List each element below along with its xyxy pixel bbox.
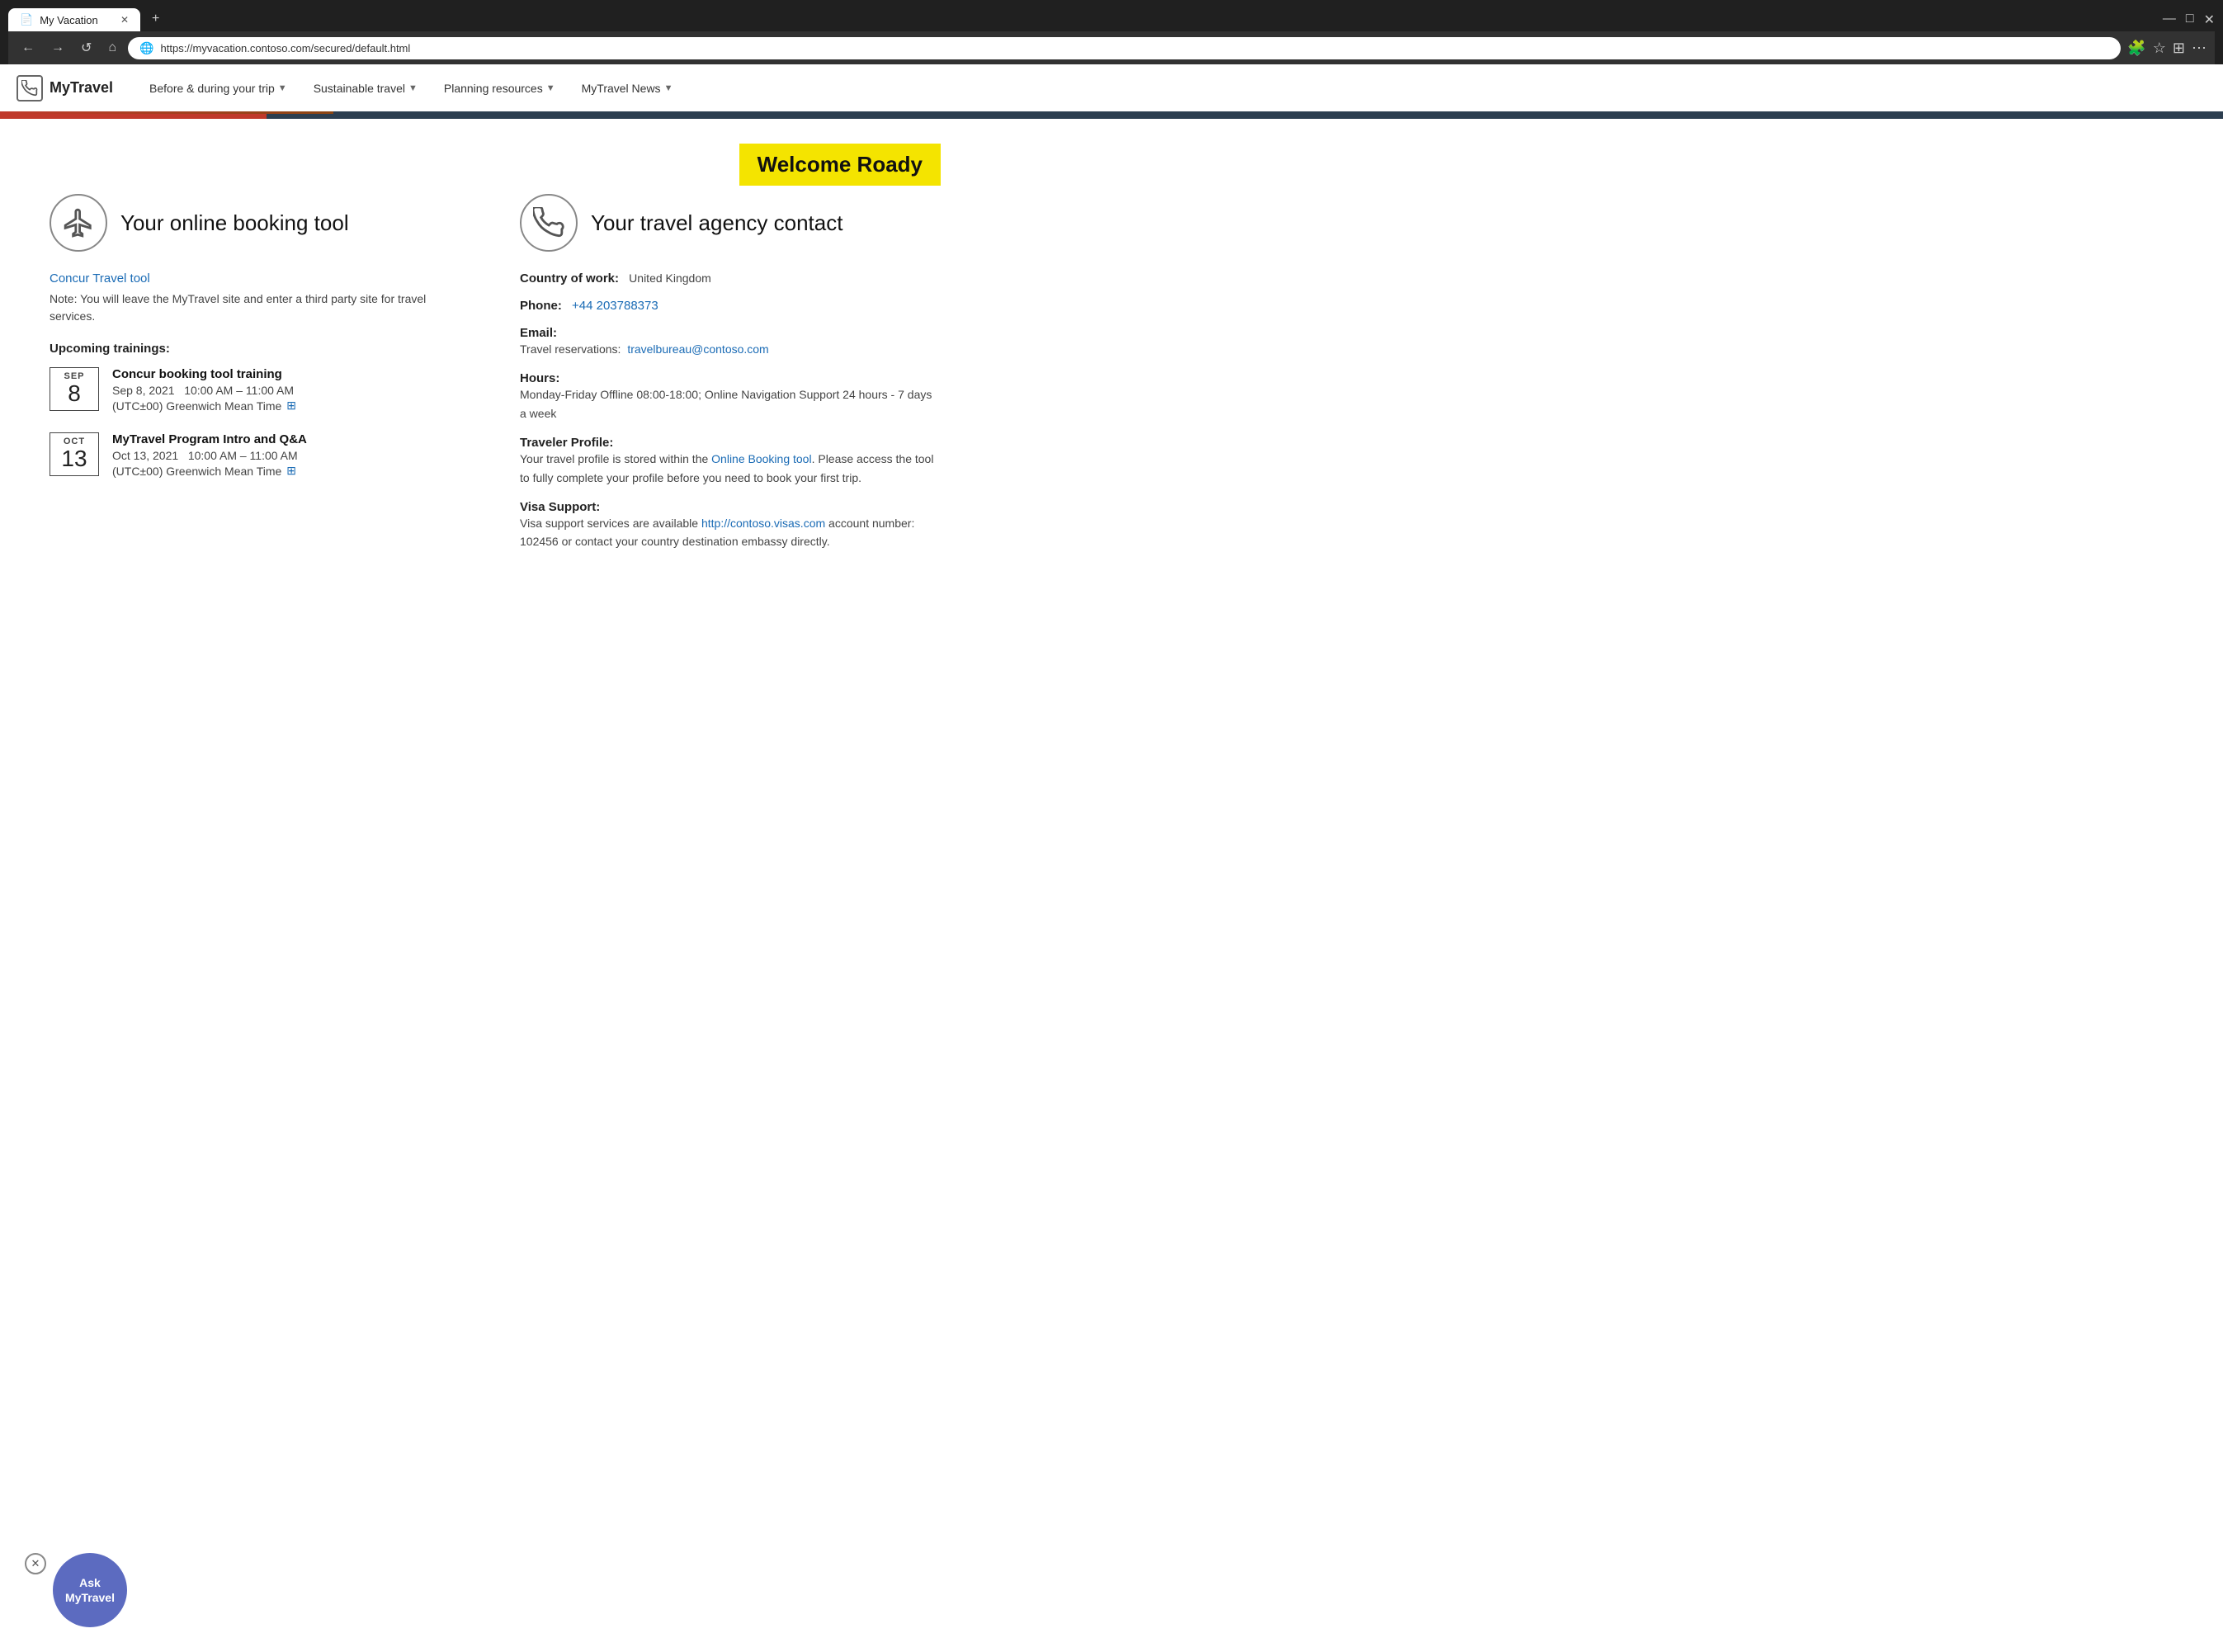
site-navigation: MyTravel Before & during your trip ▼ Sus… (0, 64, 2223, 114)
minimize-button[interactable]: — (2163, 12, 2176, 28)
progress-fill (0, 114, 267, 119)
agency-country: Country of work: United Kingdom (520, 271, 941, 286)
training-datetime-2: Oct 13, 2021 10:00 AM – 11:00 AM (112, 449, 470, 462)
training-day-2: 13 (57, 446, 92, 472)
profile-text: Your travel profile is stored within the… (520, 450, 941, 487)
visa-text: Visa support services are available http… (520, 514, 941, 551)
tab-favicon: 📄 (20, 13, 33, 26)
forward-button[interactable]: → (46, 37, 69, 59)
site-logo[interactable]: MyTravel (17, 75, 113, 101)
email-label: Email: (520, 326, 941, 340)
chevron-down-icon: ▼ (408, 83, 418, 93)
visa-link[interactable]: http://contoso.visas.com (701, 517, 825, 530)
tab-title: My Vacation (40, 14, 98, 26)
agency-email: Email: Travel reservations: travelbureau… (520, 326, 941, 358)
agency-header: Your travel agency contact (520, 194, 941, 252)
chevron-down-icon: ▼ (546, 83, 555, 93)
training-card-1: SEP 8 Concur booking tool training Sep 8… (50, 367, 470, 413)
booking-tool-title: Your online booking tool (120, 210, 349, 236)
email-link[interactable]: travelbureau@contoso.com (627, 342, 768, 356)
visa-label: Visa Support: (520, 500, 941, 514)
training-tz-1: (UTC±00) Greenwich Mean Time ⊞ (112, 399, 470, 413)
booking-tool-section: Your online booking tool Concur Travel t… (50, 194, 470, 564)
more-icon[interactable]: ⋯ (2192, 40, 2206, 57)
phone-icon (520, 194, 578, 252)
travel-agency-section: Your travel agency contact Country of wo… (520, 194, 941, 564)
training-date-box-1: SEP 8 (50, 367, 99, 411)
agency-phone: Phone: +44 203788373 (520, 299, 941, 313)
content-columns: Your online booking tool Concur Travel t… (50, 194, 941, 564)
profile-label: Traveler Profile: (520, 436, 941, 450)
address-bar[interactable]: 🌐 https://myvacation.contoso.com/secured… (128, 37, 2121, 59)
favorites-icon[interactable]: ☆ (2153, 40, 2166, 57)
training-datetime-1: Sep 8, 2021 10:00 AM – 11:00 AM (112, 384, 470, 397)
agency-hours: Hours: Monday-Friday Offline 08:00-18:00… (520, 371, 941, 422)
new-tab-button[interactable]: + (144, 7, 168, 31)
reload-button[interactable]: ↺ (76, 36, 97, 59)
chatbot-label: AskMyTravel (65, 1575, 115, 1605)
concur-travel-link[interactable]: Concur Travel tool (50, 271, 150, 286)
upcoming-trainings-label: Upcoming trainings: (50, 342, 470, 356)
browser-toolbar: ← → ↺ ⌂ 🌐 https://myvacation.contoso.com… (8, 31, 2215, 64)
nav-item-sustainable[interactable]: Sustainable travel ▼ (302, 64, 429, 111)
welcome-badge: Welcome Roady (739, 144, 941, 186)
main-content: Welcome Roady Your online booking tool C… (0, 119, 990, 589)
hours-label: Hours: (520, 371, 941, 385)
add-calendar-icon-2[interactable]: ⊞ (286, 464, 296, 478)
agency-profile: Traveler Profile: Your travel profile is… (520, 436, 941, 487)
browser-tabs: 📄 My Vacation ✕ + — □ ✕ (8, 7, 2215, 31)
browser-toolbar-icons: 🧩 ☆ ⊞ ⋯ (2127, 40, 2206, 57)
nav-menu: Before & during your trip ▼ Sustainable … (138, 64, 684, 111)
extensions-icon[interactable]: 🧩 (2127, 40, 2145, 57)
agency-visa: Visa Support: Visa support services are … (520, 500, 941, 551)
training-date-box-2: OCT 13 (50, 432, 99, 476)
booking-tool-note: Note: You will leave the MyTravel site a… (50, 290, 470, 325)
restore-button[interactable]: □ (2186, 12, 2194, 28)
hours-value: Monday-Friday Offline 08:00-18:00; Onlin… (520, 385, 941, 422)
training-info-2: MyTravel Program Intro and Q&A Oct 13, 2… (112, 432, 470, 478)
browser-chrome: 📄 My Vacation ✕ + — □ ✕ ← → ↺ ⌂ 🌐 https:… (0, 0, 2223, 64)
country-value: United Kingdom (629, 271, 711, 285)
phone-label: Phone: (520, 299, 562, 313)
logo-text: MyTravel (50, 79, 113, 97)
airplane-icon (50, 194, 107, 252)
phone-link[interactable]: +44 203788373 (572, 299, 658, 313)
training-card-2: OCT 13 MyTravel Program Intro and Q&A Oc… (50, 432, 470, 478)
logo-icon (17, 75, 43, 101)
nav-item-news[interactable]: MyTravel News ▼ (570, 64, 685, 111)
tab-close-button[interactable]: ✕ (120, 14, 129, 26)
url-text: https://myvacation.contoso.com/secured/d… (161, 42, 2110, 54)
nav-item-before-during[interactable]: Before & during your trip ▼ (138, 64, 299, 111)
chevron-down-icon: ▼ (664, 83, 673, 93)
globe-icon: 🌐 (139, 41, 153, 55)
chatbot-button[interactable]: AskMyTravel (53, 1553, 127, 1627)
training-info-1: Concur booking tool training Sep 8, 2021… (112, 367, 470, 413)
active-tab[interactable]: 📄 My Vacation ✕ (8, 8, 140, 31)
agency-title: Your travel agency contact (591, 210, 842, 236)
nav-item-planning[interactable]: Planning resources ▼ (432, 64, 567, 111)
chatbot-close-button[interactable]: ✕ (25, 1553, 46, 1574)
progress-bar (0, 114, 2223, 119)
email-sub: Travel reservations: travelbureau@contos… (520, 340, 941, 358)
training-day-1: 8 (57, 381, 92, 407)
chevron-down-icon: ▼ (278, 83, 287, 93)
training-tz-2: (UTC±00) Greenwich Mean Time ⊞ (112, 464, 470, 478)
booking-tool-header: Your online booking tool (50, 194, 470, 252)
online-booking-tool-link[interactable]: Online Booking tool (711, 452, 811, 465)
back-button[interactable]: ← (17, 37, 40, 59)
training-title-1: Concur booking tool training (112, 367, 470, 381)
training-title-2: MyTravel Program Intro and Q&A (112, 432, 470, 446)
collections-icon[interactable]: ⊞ (2173, 40, 2185, 57)
chatbot-container: ✕ AskMyTravel (25, 1553, 127, 1627)
add-calendar-icon-1[interactable]: ⊞ (286, 399, 296, 413)
home-button[interactable]: ⌂ (103, 37, 121, 59)
close-window-button[interactable]: ✕ (2204, 12, 2215, 28)
country-label: Country of work: (520, 271, 619, 286)
